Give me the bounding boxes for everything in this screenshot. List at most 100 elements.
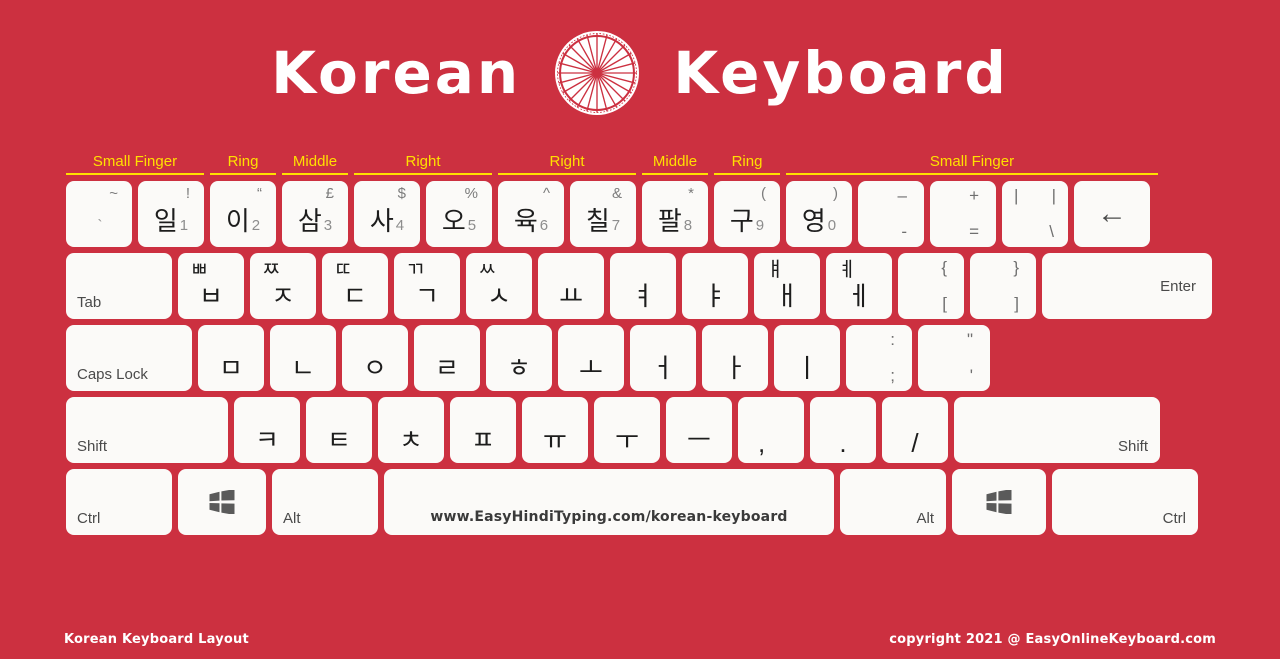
finger-guide: Small Finger Ring Middle Right Right Mid…	[66, 145, 1214, 175]
key-i[interactable]: ㅑ	[682, 253, 748, 319]
key-semicolon[interactable]: : ;	[846, 325, 912, 391]
key-label: Shift	[77, 438, 108, 455]
key-r[interactable]: ㄲ ㄱ	[394, 253, 460, 319]
key-3[interactable]: £ 삼3	[282, 181, 348, 247]
key-alt-left[interactable]: Alt	[272, 469, 378, 535]
key-l[interactable]: ㅣ	[774, 325, 840, 391]
key-main-legend: 육6	[498, 207, 564, 241]
key-equals[interactable]: + =	[930, 181, 996, 247]
key-shift-legend: ㅃ	[190, 257, 209, 281]
key-shift-legend: ~	[109, 185, 118, 202]
key-backspace[interactable]: ←	[1074, 181, 1150, 247]
key-y[interactable]: ㅛ	[538, 253, 604, 319]
key-label: Ctrl	[77, 510, 101, 527]
key-x[interactable]: ㅌ	[306, 397, 372, 463]
key-k[interactable]: ㅏ	[702, 325, 768, 391]
key-digit: 8	[683, 217, 693, 234]
key-e[interactable]: ㄸ ㄷ	[322, 253, 388, 319]
key-pipe-legend-left: |	[1014, 186, 1019, 205]
key-8[interactable]: * 팔8	[642, 181, 708, 247]
key-period[interactable]: .	[810, 397, 876, 463]
key-a[interactable]: ㅁ	[198, 325, 264, 391]
key-hangul: 사	[369, 207, 394, 237]
key-windows-right[interactable]	[952, 469, 1046, 535]
key-p[interactable]: ㅖ ㅔ	[826, 253, 892, 319]
key-w[interactable]: ㅉ ㅈ	[250, 253, 316, 319]
key-quote[interactable]: " '	[918, 325, 990, 391]
key-label: Alt	[283, 510, 301, 527]
finger-label: Small Finger	[92, 153, 178, 170]
key-shift-legend: }	[1013, 258, 1019, 277]
windows-icon	[986, 489, 1012, 515]
key-comma[interactable]: ,	[738, 397, 804, 463]
key-9[interactable]: ( 구9	[714, 181, 780, 247]
finger-group-ring-right: Ring	[714, 145, 780, 175]
key-6[interactable]: ^ 육6	[498, 181, 564, 247]
key-1[interactable]: ! 일1	[138, 181, 204, 247]
key-shift-legend: “	[257, 185, 262, 202]
footer-copyright: copyright 2021 @ EasyOnlineKeyboard.com	[889, 632, 1216, 647]
key-ctrl-left[interactable]: Ctrl	[66, 469, 172, 535]
key-digit: 1	[179, 217, 189, 234]
key-slash[interactable]: /	[882, 397, 948, 463]
key-g[interactable]: ㅎ	[486, 325, 552, 391]
key-h[interactable]: ㅗ	[558, 325, 624, 391]
key-alt-right[interactable]: Alt	[840, 469, 946, 535]
key-j[interactable]: ㅓ	[630, 325, 696, 391]
key-f[interactable]: ㄹ	[414, 325, 480, 391]
key-hangul: ㅔ	[847, 282, 871, 312]
key-shift-legend: (	[761, 185, 766, 202]
key-tab[interactable]: Tab	[66, 253, 172, 319]
key-s[interactable]: ㄴ	[270, 325, 336, 391]
key-z[interactable]: ㅋ	[234, 397, 300, 463]
key-o[interactable]: ㅒ ㅐ	[754, 253, 820, 319]
key-caps-lock[interactable]: Caps Lock	[66, 325, 192, 391]
key-n[interactable]: ㅜ	[594, 397, 660, 463]
key-shift-legend: –	[897, 186, 907, 205]
key-hangul: ㅁ	[219, 354, 243, 384]
backspace-arrow-icon: ←	[1097, 197, 1127, 230]
key-label: Tab	[77, 294, 102, 311]
key-5[interactable]: % 오5	[426, 181, 492, 247]
key-shift-legend: +	[969, 186, 979, 205]
key-v[interactable]: ㅍ	[450, 397, 516, 463]
finger-label: Middle	[292, 153, 338, 170]
key-windows-left[interactable]	[178, 469, 266, 535]
key-bracket-right[interactable]: } ]	[970, 253, 1036, 319]
key-hangul: 육	[513, 207, 538, 237]
key-hangul: ㅕ	[631, 282, 655, 312]
key-backtick[interactable]: ~ `	[66, 181, 132, 247]
key-hangul: 삼	[297, 207, 322, 237]
page-title-right: Keyboard	[673, 38, 1009, 107]
spacebar-url-label: www.EasyHindiTyping.com/korean-keyboard	[430, 509, 788, 525]
key-b[interactable]: ㅠ	[522, 397, 588, 463]
keyboard-row-bottom: Ctrl Alt www.EasyHindiTyping.com/korean-…	[66, 469, 1214, 535]
key-u[interactable]: ㅕ	[610, 253, 676, 319]
key-c[interactable]: ㅊ	[378, 397, 444, 463]
key-hangul: ㅏ	[723, 354, 747, 384]
key-d[interactable]: ㅇ	[342, 325, 408, 391]
key-0[interactable]: ) 영0	[786, 181, 852, 247]
key-shift-left[interactable]: Shift	[66, 397, 228, 463]
key-enter[interactable]: Enter	[1042, 253, 1212, 319]
key-main-legend: 오5	[426, 207, 492, 241]
key-label: Enter	[1160, 278, 1196, 295]
key-hangul: ㅓ	[651, 354, 675, 384]
key-main-legend: 사4	[354, 207, 420, 241]
key-digit: 6	[539, 217, 549, 234]
key-space[interactable]: www.EasyHindiTyping.com/korean-keyboard	[384, 469, 834, 535]
key-7[interactable]: & 칠7	[570, 181, 636, 247]
key-shift-right[interactable]: Shift	[954, 397, 1160, 463]
key-4[interactable]: $ 사4	[354, 181, 420, 247]
key-2[interactable]: “ 이2	[210, 181, 276, 247]
key-t[interactable]: ㅆ ㅅ	[466, 253, 532, 319]
finger-label: Ring	[731, 153, 763, 170]
key-m[interactable]: ㅡ	[666, 397, 732, 463]
key-q[interactable]: ㅃ ㅂ	[178, 253, 244, 319]
key-backslash[interactable]: | | \	[1002, 181, 1068, 247]
key-ctrl-right[interactable]: Ctrl	[1052, 469, 1198, 535]
key-main-legend: ]	[1014, 294, 1019, 313]
key-hangul: ㅐ	[775, 282, 799, 312]
key-minus[interactable]: – -	[858, 181, 924, 247]
key-bracket-left[interactable]: { [	[898, 253, 964, 319]
